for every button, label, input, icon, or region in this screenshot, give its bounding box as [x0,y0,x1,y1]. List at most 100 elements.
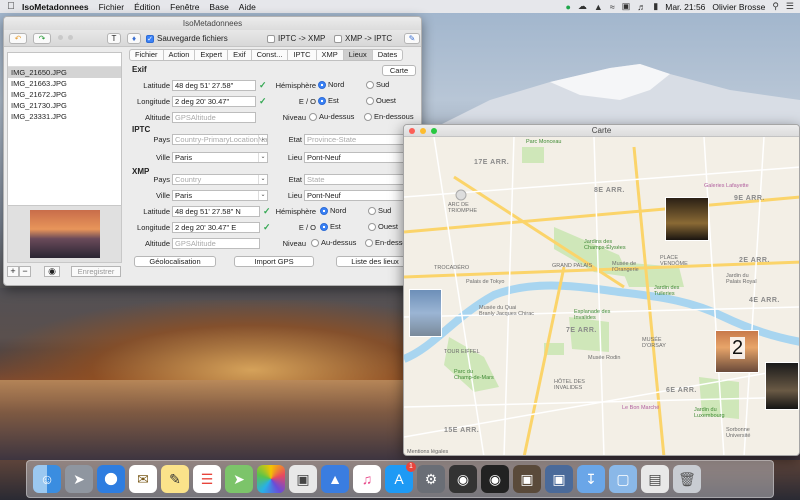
main-window-titlebar[interactable]: IsoMetadonnees [4,17,421,30]
documents-icon[interactable]: ▤ [641,465,669,493]
appstore-icon[interactable]: A 1 [385,462,416,493]
photo-icon[interactable]: ▣ [513,465,541,493]
radio-selected-icon[interactable] [318,96,326,105]
photo-cluster-marker[interactable]: 2 [715,330,759,373]
tab-action[interactable]: Action [164,50,196,60]
save-files-option[interactable]: ✓ Sauvegarde fichiers [146,33,228,44]
tab-xmp[interactable]: XMP [317,50,344,60]
screen-icon[interactable]: ▣ [622,1,631,12]
keynote-icon[interactable]: ▲ [321,465,349,493]
minimize-icon[interactable] [420,128,426,134]
menu-fichier[interactable]: Fichier [99,2,125,12]
cloud-icon[interactable]: ☁ [578,1,587,12]
xmp-latitude-field[interactable]: 48 deg 51' 27.58" N [172,206,260,217]
eye-icon[interactable]: ◉ [44,266,60,277]
geolocation-button[interactable]: Géolocalisation [134,256,216,267]
import-gps-button[interactable]: Import GPS [234,256,314,267]
list-item[interactable]: IMG_21672.JPG [8,89,121,100]
photos-icon[interactable] [257,465,285,493]
mail-icon[interactable]: ✉ [129,465,157,493]
list-item[interactable]: IMG_21730.JPG [8,100,121,111]
photo-marker[interactable] [409,289,442,337]
user-name[interactable]: Olivier Brosse [712,2,765,12]
list-item[interactable]: IMG_23331.JPG [8,111,121,122]
tab-lieux[interactable]: Lieux [343,50,373,60]
notes-icon[interactable]: ✎ [161,465,189,493]
save-button[interactable]: Enregistrer [71,266,121,277]
checkbox-checked-icon[interactable]: ✓ [146,34,154,43]
aperture-icon[interactable]: ◉ [449,465,477,493]
file-search-field[interactable] [8,53,121,67]
xmp-lieu-field[interactable]: Pont-Neuf [304,190,406,201]
radio-selected-icon[interactable] [318,80,326,89]
radio-icon[interactable] [368,206,376,215]
photo-marker[interactable] [765,362,799,410]
folder-icon[interactable]: ▢ [609,465,637,493]
iptc-lieu-field[interactable]: Pont-Neuf [304,152,406,163]
tab-fichier[interactable]: Fichier [130,50,164,60]
volume-icon[interactable]: ♬ [637,2,646,12]
radio-selected-icon[interactable] [320,222,328,231]
tab-expert[interactable]: Expert [195,50,229,60]
xmp-ouest-radio[interactable]: Ouest [368,222,398,231]
menu-fenetre[interactable]: Fenêtre [170,2,199,12]
remove-file-button[interactable]: − [19,266,31,277]
xmp-sud-radio[interactable]: Sud [368,206,391,215]
wifi-icon[interactable]: ≈ [610,2,615,12]
menu-base[interactable]: Base [209,2,228,12]
map-view[interactable]: 17E ARR. 8E ARR. 9E ARR. 2E ARR. 7E ARR.… [404,137,799,455]
menu-edition[interactable]: Édition [134,2,160,12]
map-window-titlebar[interactable]: Carte [404,125,799,137]
radio-icon[interactable] [365,238,373,247]
iptc-ville-select[interactable]: Paris ⌄ [172,152,268,163]
tab-exif[interactable]: Exif [228,50,252,60]
tab-const[interactable]: Const... [252,50,289,60]
xmp-pays-select[interactable]: Country ⌄ [172,174,268,185]
launchpad-icon[interactable]: ➤ [65,465,93,493]
add-file-button[interactable]: + [7,266,19,277]
radio-icon[interactable] [364,112,372,121]
carte-button[interactable]: Carte [382,65,416,76]
radio-icon[interactable] [368,222,376,231]
xmp-longitude-field[interactable]: 2 deg 20' 30.47" E [172,222,260,233]
radio-icon[interactable] [311,238,319,247]
spotlight-icon[interactable]: ⚲ [772,1,779,12]
exif-nord-radio[interactable]: Nord [318,80,344,89]
exif-est-radio[interactable]: Est [318,96,339,105]
iptc-pays-select[interactable]: Country-PrimaryLocationName ⌄ [172,134,268,145]
text-tool-icon[interactable]: T [107,33,121,44]
app-menu[interactable]: IsoMetadonnees [22,2,89,12]
exif-longitude-field[interactable]: 2 deg 20' 30.47" [172,96,256,107]
system-preferences-icon[interactable]: ⚙ [417,465,445,493]
zoom-icon[interactable] [431,128,437,134]
downloads-icon[interactable]: ↧ [577,465,605,493]
checkbox-icon[interactable] [267,34,275,43]
tab-dates[interactable]: Dates [373,50,403,60]
reminders-icon[interactable]: ☰ [193,465,221,493]
redo-icon[interactable]: ↷ [33,33,51,44]
clock[interactable]: Mar. 21:56 [665,2,705,12]
tag-tool-icon[interactable]: ♦ [127,33,141,44]
iptc-etat-field[interactable]: Province-State [304,134,406,145]
sync-icon[interactable]: ● [565,2,570,12]
radio-selected-icon[interactable] [320,206,328,215]
isometa-icon[interactable]: ▣ [545,465,573,493]
xmp-ville-select[interactable]: Paris ⌄ [172,190,268,201]
apple-menu-icon[interactable]:  [0,1,22,12]
finder-icon[interactable]: ☺ [33,465,61,493]
itunes-icon[interactable]: ♫ [353,465,381,493]
xmp-etat-field[interactable]: State [304,174,406,185]
notification-center-icon[interactable]: ☰ [786,1,794,12]
exif-ouest-radio[interactable]: Ouest [366,96,396,105]
photo-marker[interactable] [665,197,709,241]
trash-icon[interactable]: 🗑 [673,465,701,493]
xmp-altitude-field[interactable]: GPSAltitude [172,238,260,249]
exif-au-dessus-radio[interactable]: Au-dessus [309,112,354,121]
close-icon[interactable] [409,128,415,134]
list-item[interactable]: IMG_21650.JPG [8,67,121,78]
exif-sud-radio[interactable]: Sud [366,80,389,89]
xmp-est-radio[interactable]: Est [320,222,341,231]
radio-icon[interactable] [366,80,374,89]
undo-icon[interactable]: ↶ [9,33,27,44]
pen-icon[interactable]: ✎ [404,33,420,44]
